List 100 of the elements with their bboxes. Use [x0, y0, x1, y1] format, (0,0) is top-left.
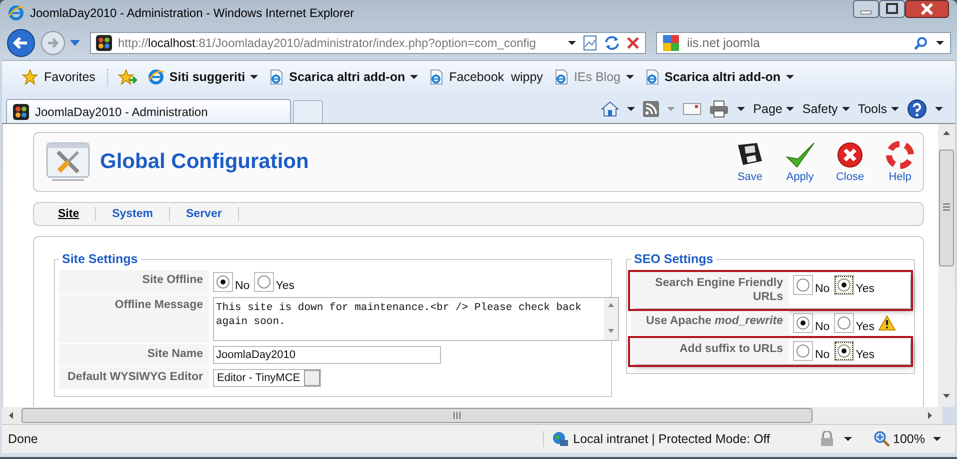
menu-button[interactable]: Safety	[802, 102, 850, 116]
caret-icon[interactable]	[933, 437, 941, 441]
favorites-link[interactable]: Siti suggeriti	[148, 69, 258, 85]
field-label: Search Engine Friendly URLs	[631, 273, 789, 307]
home-icon[interactable]	[601, 100, 620, 118]
radio-button[interactable]	[256, 275, 271, 289]
search-provider-icon	[663, 35, 679, 51]
caret-icon[interactable]	[844, 437, 852, 441]
browser-logo-icon	[148, 69, 164, 85]
apply-icon	[785, 141, 815, 169]
caret-icon	[786, 75, 794, 79]
minimize-icon[interactable]	[853, 0, 879, 18]
feed-icon[interactable]	[643, 101, 660, 117]
menu-button[interactable]: Tools	[858, 102, 899, 116]
caret-icon	[250, 75, 258, 79]
address-field[interactable]: http://localhost:81/Joomladay2010/administrator/index.php?option=com_config	[90, 32, 646, 54]
option-label: No	[815, 283, 830, 295]
window-title: JoomlaDay2010 - Administration - Windows Internet Explorer	[30, 6, 354, 20]
page-icon	[428, 69, 444, 85]
site-logo-icon	[96, 35, 112, 51]
field-label: Add suffix to URLs	[631, 339, 789, 363]
field-label: Use Apache mod_rewrite	[631, 311, 789, 335]
caret-icon	[626, 75, 634, 79]
stop-icon[interactable]	[626, 36, 640, 50]
radio-button[interactable]	[836, 316, 851, 330]
page-tab[interactable]: System	[96, 207, 170, 221]
page-title: Global Configuration	[100, 150, 309, 174]
radio-button[interactable]	[836, 278, 851, 292]
globe-icon	[552, 431, 568, 447]
favorites-link[interactable]: Scarica altri add-on	[644, 69, 794, 85]
radio-button[interactable]	[796, 344, 810, 358]
refresh-icon[interactable]	[604, 35, 620, 51]
option-label: No	[235, 280, 250, 292]
option-label: Yes	[856, 283, 874, 295]
radio-button[interactable]	[796, 316, 810, 330]
option-label: Yes	[276, 280, 294, 292]
star-icon	[22, 69, 38, 85]
close-icon	[835, 141, 865, 169]
browser-logo-icon	[8, 5, 24, 21]
maximize-icon[interactable]	[879, 0, 905, 18]
dropdown-icon[interactable]	[936, 41, 944, 45]
caret-icon	[786, 107, 794, 111]
back-icon[interactable]	[6, 28, 36, 58]
option-label: No	[815, 349, 830, 361]
favorites-link[interactable]: IEs Blog	[552, 69, 634, 85]
field-label: Offline Message	[59, 295, 209, 343]
field-label: Default WYSIWYG Editor	[59, 367, 209, 389]
add-favorite-icon[interactable]	[118, 69, 138, 85]
field-label: Site Name	[59, 344, 209, 366]
vertical-scrollbar[interactable]	[938, 124, 955, 407]
security-zone-text: Local intranet | Protected Mode: Off	[573, 432, 770, 446]
group-title: SEO Settings	[631, 252, 716, 266]
printer-icon[interactable]	[709, 100, 730, 118]
zoom-button[interactable]: 100%	[874, 431, 925, 447]
page-tab[interactable]: Site	[52, 207, 96, 221]
help-icon[interactable]	[907, 99, 927, 119]
dropdown-icon[interactable]	[568, 41, 576, 45]
radio-button[interactable]	[836, 344, 851, 358]
radio-button[interactable]	[216, 275, 230, 289]
caret-icon	[410, 75, 418, 79]
field-label: Site Offline	[59, 270, 209, 294]
mail-icon[interactable]	[683, 103, 702, 115]
horizontal-scrollbar[interactable]	[2, 407, 942, 424]
option-label: Yes	[856, 349, 874, 361]
page-icon	[268, 69, 284, 85]
text-field[interactable]: JoomlaDay2010	[213, 346, 441, 364]
message-field[interactable]: This site is down for maintenance.<br /> Please check back again soon.	[213, 297, 619, 341]
search-field[interactable]: iis.net joomla	[656, 32, 951, 54]
toolbar-button[interactable]: Save	[731, 141, 769, 183]
warning-icon	[878, 315, 896, 331]
toolbar-button[interactable]: Help	[881, 141, 919, 183]
browser-tab[interactable]: JoomlaDay2010 - Administration	[6, 99, 291, 123]
caret-icon	[891, 107, 899, 111]
caret-icon[interactable]	[737, 107, 746, 111]
menu-button[interactable]: Page	[753, 102, 794, 116]
favorites-link[interactable]: Facebook wippy	[428, 69, 543, 85]
radio-button[interactable]	[796, 278, 810, 292]
select-field[interactable]: Editor - TinyMCE	[213, 369, 322, 387]
close-icon[interactable]	[905, 0, 949, 18]
favorites-link[interactable]: Scarica altri add-on	[268, 69, 418, 85]
option-label: Yes	[856, 321, 874, 333]
page-icon	[552, 69, 569, 85]
toolbar-button[interactable]: Apply	[781, 141, 819, 183]
scrollbar-drawing	[604, 298, 618, 340]
page-icon	[644, 69, 660, 85]
favorites-button[interactable]: Favorites	[12, 69, 108, 85]
caret-icon[interactable]	[935, 107, 943, 111]
caret-icon[interactable]	[627, 107, 636, 111]
group-title: Site Settings	[59, 252, 141, 266]
toolbar-button[interactable]: Close	[831, 141, 869, 183]
status-text: Done	[8, 432, 38, 446]
url-text: http://localhost:81/Joomladay2010/administrator/index.php?option=com_config	[118, 36, 537, 50]
zoom-icon	[874, 431, 890, 447]
help-icon	[885, 141, 915, 169]
page-tab[interactable]: Server	[170, 207, 239, 221]
caret-icon	[842, 107, 850, 111]
option-label: No	[815, 321, 830, 333]
tools-icon	[46, 142, 90, 182]
site-logo-icon	[13, 104, 29, 120]
search-icon[interactable]	[914, 36, 928, 50]
